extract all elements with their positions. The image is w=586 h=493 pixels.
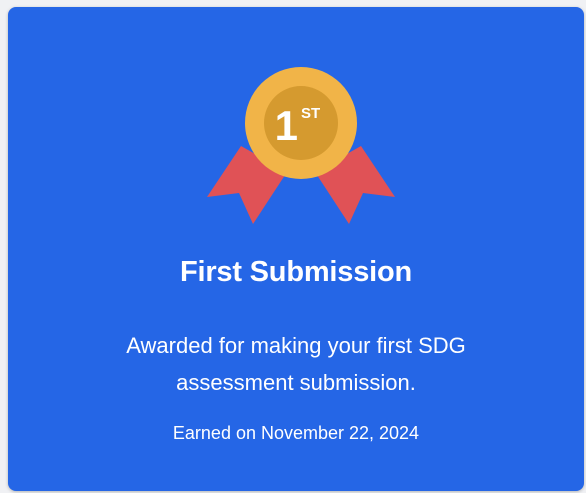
medal-number: 1 [275,102,298,149]
badge-title: First Submission [179,256,413,288]
badge-description: Awarded for making your first SDG assess… [126,333,466,395]
earned-date: Earned on November 22, 2024 [172,423,420,443]
first-place-medal-icon: 1 ST [207,67,395,224]
medal-suffix: ST [301,105,320,122]
achievement-card: 1 ST First Submission Awarded for making… [8,7,584,491]
